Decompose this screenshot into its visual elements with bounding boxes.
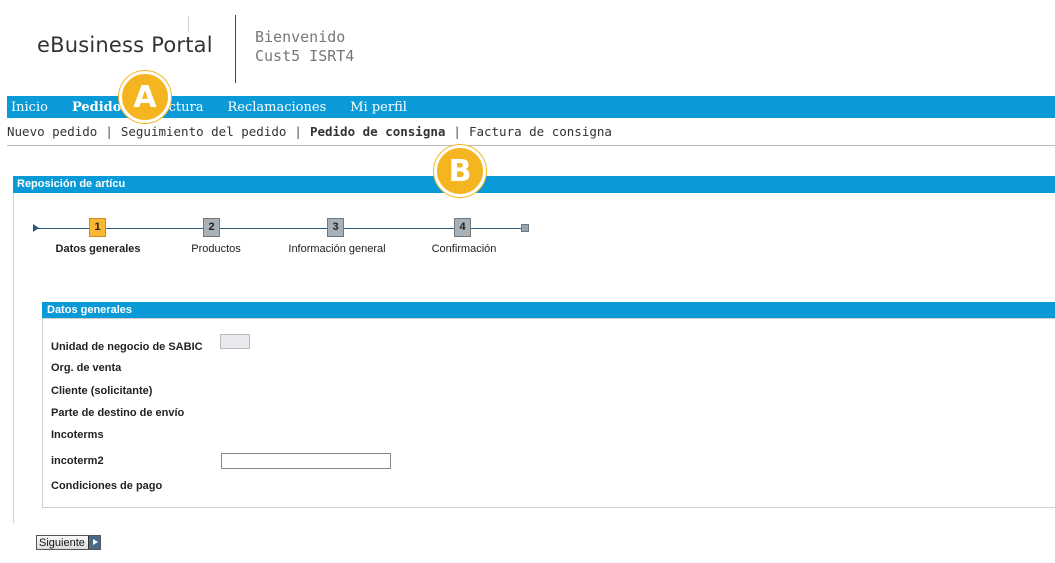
next-button-label: Siguiente: [39, 536, 85, 549]
subnav-separator: |: [453, 124, 461, 139]
panel-title-bar: Reposición de artícu: [13, 176, 1055, 193]
step-4-box: 4: [454, 218, 471, 237]
brand-logo-text: eBusiness Portal: [37, 33, 213, 57]
subnav-separator: |: [105, 124, 113, 139]
subnav-divider: [7, 145, 1055, 146]
step-progress-line: [37, 228, 524, 229]
nav-item-reclamaciones[interactable]: Reclamaciones: [227, 100, 326, 115]
subnav-item-pedido-consigna[interactable]: Pedido de consigna: [310, 124, 445, 139]
field-label-incoterm2: incoterm2: [51, 455, 104, 467]
field-label-business-unit: Unidad de negocio de SABIC: [51, 341, 203, 353]
subnav-item-seguimiento[interactable]: Seguimiento del pedido: [121, 124, 287, 139]
sub-nav: Nuevo pedido | Seguimiento del pedido | Pedi…: [7, 124, 612, 139]
arrow-right-icon: [87, 536, 100, 549]
section-title-bar: Datos generales: [42, 302, 1055, 318]
field-label-sales-org: Org. de venta: [51, 362, 122, 374]
subnav-item-factura-consigna[interactable]: Factura de consigna: [469, 124, 612, 139]
callout-badge-a: A: [119, 71, 171, 123]
step-1-box: 1: [89, 218, 106, 237]
welcome-greeting: Bienvenido: [255, 28, 346, 46]
step-4-label: Confirmación: [431, 243, 497, 255]
step-3-label: Información general: [288, 243, 386, 255]
field-label-ship-to: Parte de destino de envío: [51, 407, 185, 419]
business-unit-select[interactable]: [220, 334, 250, 349]
nav-item-inicio[interactable]: Inicio: [11, 100, 48, 115]
incoterm2-input[interactable]: [221, 453, 391, 469]
nav-item-mi-perfil[interactable]: Mi perfil: [350, 100, 407, 115]
field-label-payment-terms: Condiciones de pago: [51, 480, 163, 492]
next-button[interactable]: Siguiente: [36, 535, 101, 550]
step-2-label: Productos: [191, 243, 241, 255]
field-label-customer: Cliente (solicitante): [51, 385, 153, 397]
welcome-username: Cust5 ISRT4: [255, 47, 355, 65]
step-end-square-icon: [521, 224, 529, 232]
step-1-label: Datos generales: [55, 243, 141, 255]
field-label-incoterms: Incoterms: [51, 429, 104, 441]
step-3-box: 3: [327, 218, 344, 237]
subnav-separator: |: [294, 124, 302, 139]
header-divider: [235, 15, 236, 83]
callout-badge-b: B: [434, 145, 486, 197]
brand-divider-tick: [188, 16, 189, 32]
welcome-block: Bienvenido Cust5 ISRT4: [255, 28, 354, 66]
step-2-box: 2: [203, 218, 220, 237]
subnav-item-nuevo-pedido[interactable]: Nuevo pedido: [7, 124, 97, 139]
